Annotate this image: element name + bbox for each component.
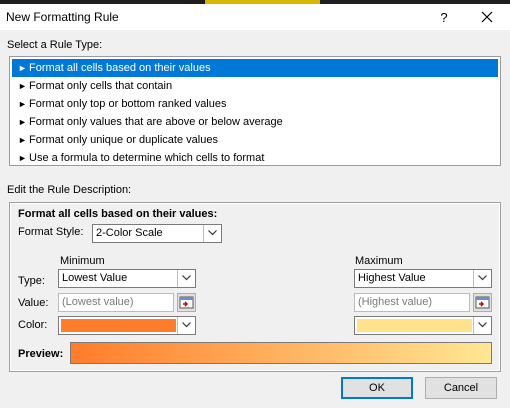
rule-item-all-cells[interactable]: ► Format all cells based on their values [12, 59, 498, 77]
rule-type-label: Select a Rule Type: [7, 39, 103, 51]
close-icon [481, 11, 493, 23]
format-style-dropdown[interactable]: 2-Color Scale [92, 224, 222, 243]
minimum-range-select-button[interactable] [177, 293, 196, 312]
color-label: Color: [18, 319, 48, 331]
triangle-right-icon: ► [18, 153, 27, 163]
triangle-right-icon: ► [18, 117, 27, 127]
minimum-value-input[interactable]: (Lowest value) [58, 293, 174, 312]
maximum-value-placeholder: (Highest value) [358, 296, 432, 308]
rule-item-top-bottom[interactable]: ► Format only top or bottom ranked values [12, 95, 498, 113]
minimum-color-swatch [61, 319, 176, 332]
range-select-icon [475, 296, 490, 309]
window-title: New Formatting Rule [6, 10, 119, 24]
ok-button[interactable]: OK [341, 377, 413, 399]
rule-item-formula[interactable]: ► Use a formula to determine which cells … [12, 149, 498, 167]
triangle-right-icon: ► [18, 99, 27, 109]
close-button[interactable] [474, 8, 500, 28]
minimum-header: Minimum [60, 255, 105, 267]
chevron-down-icon [473, 317, 491, 334]
cancel-button[interactable]: Cancel [425, 377, 497, 399]
description-heading: Format all cells based on their values: [18, 208, 218, 220]
maximum-value-input[interactable]: (Highest value) [354, 293, 470, 312]
rule-item-above-below-average[interactable]: ► Format only values that are above or be… [12, 113, 498, 131]
triangle-right-icon: ► [18, 63, 27, 73]
maximum-header: Maximum [355, 255, 403, 267]
rule-item-label: Format only unique or duplicate values [29, 134, 218, 146]
rule-type-list[interactable]: ► Format all cells based on their values … [9, 56, 501, 166]
preview-gradient [70, 342, 492, 364]
rule-item-label: Use a formula to determine which cells t… [29, 152, 265, 164]
rule-item-label: Format only top or bottom ranked values [29, 98, 227, 110]
chevron-down-icon [203, 225, 221, 242]
minimum-type-value: Lowest Value [62, 272, 128, 284]
title-bar: New Formatting Rule ? [0, 4, 510, 30]
maximum-type-value: Highest Value [358, 272, 426, 284]
maximum-range-select-button[interactable] [473, 293, 492, 312]
chevron-down-icon [177, 317, 195, 334]
maximum-color-picker[interactable] [354, 316, 492, 335]
rule-item-label: Format only cells that contain [29, 80, 173, 92]
maximum-type-dropdown[interactable]: Highest Value [354, 269, 492, 288]
rule-item-cells-contain[interactable]: ► Format only cells that contain [12, 77, 498, 95]
triangle-right-icon: ► [18, 135, 27, 145]
maximum-color-swatch [357, 319, 472, 332]
rule-item-label: Format only values that are above or bel… [29, 116, 283, 128]
preview-label: Preview: [18, 348, 64, 360]
chevron-down-icon [473, 270, 491, 287]
type-label: Type: [18, 275, 45, 287]
rule-item-label: Format all cells based on their values [29, 62, 211, 74]
chevron-down-icon [177, 270, 195, 287]
range-select-icon [179, 296, 194, 309]
minimum-type-dropdown[interactable]: Lowest Value [58, 269, 196, 288]
minimum-color-picker[interactable] [58, 316, 196, 335]
triangle-right-icon: ► [18, 81, 27, 91]
format-style-label: Format Style: [18, 226, 84, 238]
help-button[interactable]: ? [432, 8, 456, 28]
value-label: Value: [18, 297, 49, 309]
minimum-value-placeholder: (Lowest value) [62, 296, 134, 308]
rule-description-label: Edit the Rule Description: [7, 184, 132, 196]
format-style-value: 2-Color Scale [96, 227, 163, 239]
rule-item-unique-duplicate[interactable]: ► Format only unique or duplicate values [12, 131, 498, 149]
